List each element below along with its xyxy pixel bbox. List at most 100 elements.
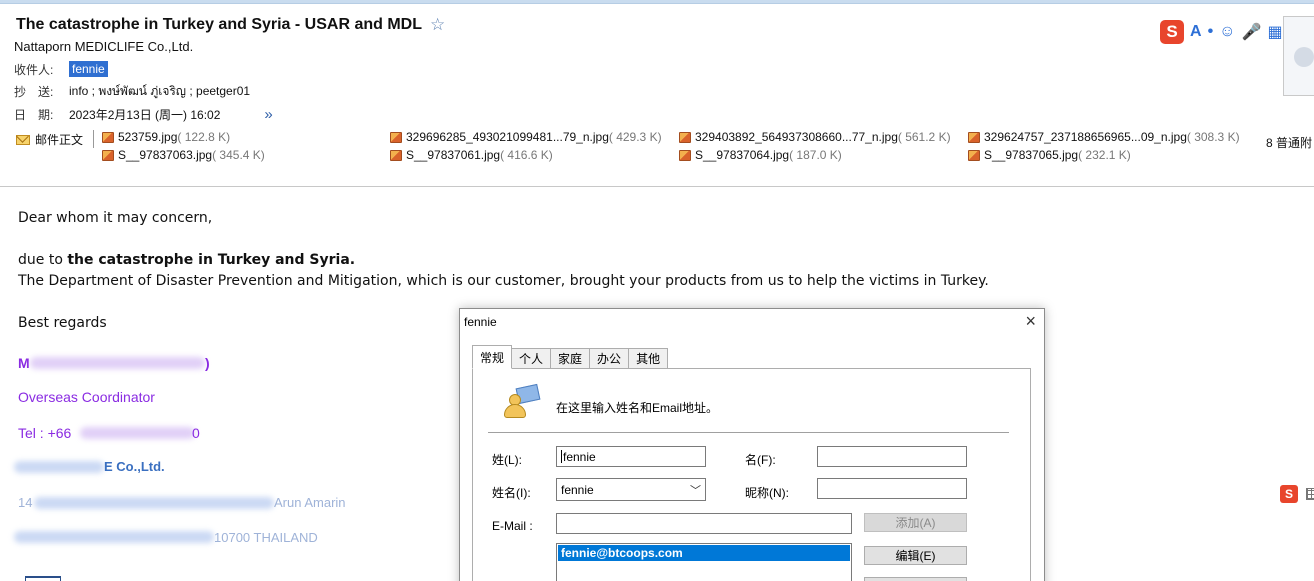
to-label: 收件人: <box>14 62 54 77</box>
email-sender[interactable]: Nattaporn MEDICLIFE Co.,Ltd. <box>14 39 193 54</box>
panel-intro-text: 在这里输入姓名和Email地址。 <box>556 401 719 415</box>
edit-email-button[interactable]: 编辑(E) <box>864 546 967 565</box>
text-caret <box>561 450 562 463</box>
image-file-icon <box>679 149 691 161</box>
signature-name: M <box>18 355 30 371</box>
email-label: E-Mail : <box>492 519 533 533</box>
ime-punctuation-icon[interactable]: • <box>1208 23 1214 41</box>
contact-avatar <box>1283 16 1314 96</box>
attachment-name: S__97837063.jpg <box>118 148 213 162</box>
attachment-divider <box>93 130 94 148</box>
tab-home[interactable]: 家庭 <box>551 348 591 369</box>
image-file-icon <box>390 149 402 161</box>
ime-language-icon[interactable]: A <box>1190 23 1202 41</box>
cc-recipients[interactable]: info ; พงษ์พัฒน์ ภู่เจริญ ; peetger01 <box>69 82 250 101</box>
tab-office[interactable]: 办公 <box>590 348 630 369</box>
surname-value: fennie <box>563 449 596 464</box>
signature-address-line2: 10700 THAILAND <box>214 530 318 545</box>
fullname-select[interactable]: fennie ﹀ <box>556 478 706 501</box>
body-due-line: due to the catastrophe in Turkey and Syr… <box>18 252 355 268</box>
attachment-size: ( 232.1 K) <box>1078 148 1131 162</box>
tab-personal[interactable]: 个人 <box>512 348 552 369</box>
given-name-input[interactable] <box>817 446 967 467</box>
attachment-item[interactable]: 329403892_564937308660...77_n.jpg ( 561.… <box>679 129 951 145</box>
contact-dialog: fennie × 常规 个人 家庭 办公 其他 在这里输入姓名和Email地址。… <box>459 308 1045 581</box>
attachment-name: S__97837065.jpg <box>984 148 1079 162</box>
window-top-bar <box>0 0 1314 4</box>
given-name-label: 名(F): <box>745 453 776 467</box>
attachment-name: 523759.jpg <box>118 130 178 144</box>
signature-title: Overseas Coordinator <box>18 389 155 405</box>
body-description: The Department of Disaster Prevention an… <box>18 273 989 289</box>
attachment-item[interactable]: 523759.jpg ( 122.8 K) <box>102 129 230 145</box>
attachment-name: S__97837064.jpg <box>695 148 790 162</box>
cc-label: 抄 送: <box>14 84 54 99</box>
signature-tel-end: 0 <box>192 425 200 441</box>
toolbox-grid-icon[interactable] <box>1306 488 1314 500</box>
next-button-partial[interactable] <box>864 577 967 581</box>
image-file-icon <box>968 131 980 143</box>
signature-address-start: 14 <box>18 495 33 510</box>
attachment-name: 329624757_237188656965...09_n.jpg <box>984 130 1187 144</box>
header-divider <box>0 186 1314 187</box>
sogou-logo-icon[interactable]: S <box>1160 20 1184 44</box>
ime-toolbox-icon[interactable]: ▦ <box>1267 22 1282 42</box>
attachment-item[interactable]: S__97837065.jpg ( 232.1 K) <box>968 147 1131 163</box>
nickname-input[interactable] <box>817 478 967 499</box>
attachment-name: 329696285_493021099481...79_n.jpg <box>406 130 609 144</box>
signature-name-end: ) <box>205 355 210 371</box>
signature-address-end: Arun Amarin <box>274 495 346 510</box>
sogou-logo-icon[interactable]: S <box>1280 485 1298 503</box>
add-email-button[interactable]: 添加(A) <box>864 513 967 532</box>
email-list[interactable]: fennie@btcoops.com <box>556 543 852 581</box>
attachment-item[interactable]: S__97837064.jpg ( 187.0 K) <box>679 147 842 163</box>
date-label: 日 期: <box>14 107 54 122</box>
expand-header-icon[interactable]: » <box>264 106 272 123</box>
side-ime-bar: S <box>1280 485 1314 503</box>
star-icon[interactable]: ☆ <box>430 15 445 35</box>
body-regards: Best regards <box>18 315 107 331</box>
attachment-size: ( 345.4 K) <box>212 148 265 162</box>
ime-emoji-icon[interactable]: ☺ <box>1219 23 1235 41</box>
email-list-item[interactable]: fennie@btcoops.com <box>558 545 850 561</box>
date-row: 日 期: 2023年2月13日 (周一) 16:02 » <box>14 105 273 123</box>
general-tab-panel: 在这里输入姓名和Email地址。 姓(L): fennie 名(F): 姓名(I… <box>472 368 1031 581</box>
redaction-mark <box>14 461 104 473</box>
image-file-icon <box>968 149 980 161</box>
fullname-value: fennie <box>561 482 594 497</box>
ime-voice-icon[interactable]: 🎤 <box>1242 22 1262 42</box>
tab-general[interactable]: 常规 <box>472 345 513 369</box>
attachment-name: S__97837061.jpg <box>406 148 501 162</box>
surname-input[interactable]: fennie <box>556 446 706 467</box>
attachment-count[interactable]: 8 普通附 <box>1266 134 1312 151</box>
contact-card-icon <box>503 383 541 420</box>
image-file-icon <box>679 131 691 143</box>
attachment-size: ( 429.3 K) <box>608 130 662 144</box>
dialog-tabs: 常规 个人 家庭 办公 其他 <box>472 345 669 369</box>
fullname-label: 姓名(I): <box>492 486 531 500</box>
mail-body-attachment[interactable]: 邮件正文 <box>16 131 83 148</box>
image-file-icon <box>390 131 402 143</box>
attachment-size: ( 561.2 K) <box>897 130 951 144</box>
body-greeting: Dear whom it may concern, <box>18 210 213 226</box>
image-file-icon <box>102 149 114 161</box>
subject-row: The catastrophe in Turkey and Syria - US… <box>16 14 445 36</box>
tab-other[interactable]: 其他 <box>629 348 669 369</box>
attachment-size: ( 416.6 K) <box>500 148 553 162</box>
surname-label: 姓(L): <box>492 453 523 467</box>
body-due-bold: the catastrophe in Turkey and Syria. <box>67 252 356 268</box>
dialog-title: fennie <box>464 315 497 329</box>
attachment-size: ( 308.3 K) <box>1186 130 1240 144</box>
partial-image-frame <box>25 576 61 581</box>
image-file-icon <box>102 131 114 143</box>
panel-divider <box>488 432 1009 433</box>
attachment-item[interactable]: S__97837061.jpg ( 416.6 K) <box>390 147 553 163</box>
close-icon[interactable]: × <box>1025 311 1036 332</box>
attachment-item[interactable]: 329624757_237188656965...09_n.jpg ( 308.… <box>968 129 1240 145</box>
attachment-item[interactable]: S__97837063.jpg ( 345.4 K) <box>102 147 265 163</box>
email-input[interactable] <box>556 513 852 534</box>
signature-tel: Tel : +66 <box>18 425 72 441</box>
envelope-icon <box>16 134 30 145</box>
to-recipient[interactable]: fennie <box>69 61 108 77</box>
attachment-item[interactable]: 329696285_493021099481...79_n.jpg ( 429.… <box>390 129 662 145</box>
